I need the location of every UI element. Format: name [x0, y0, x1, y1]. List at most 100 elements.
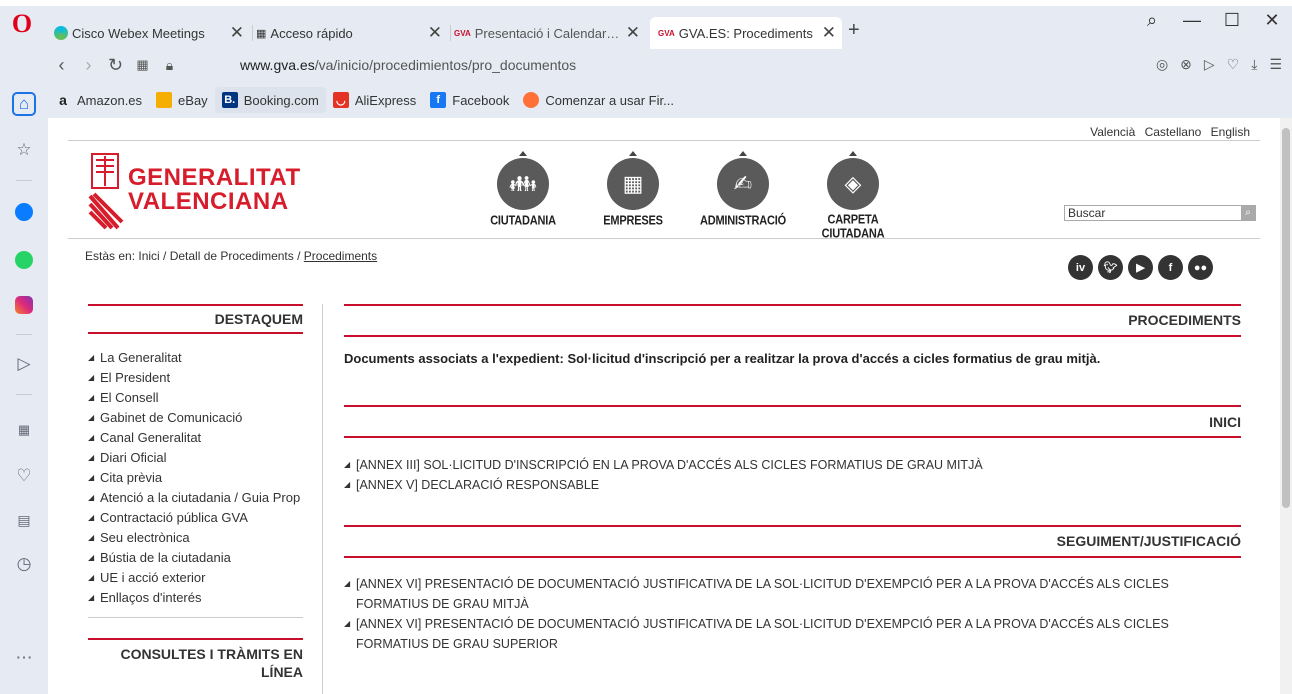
nav-ciutadania[interactable]: 👪︎ CIUTADANIA [468, 148, 578, 236]
flickr-icon[interactable]: ●● [1188, 255, 1213, 280]
lang-castellano[interactable]: Castellano [1145, 125, 1202, 139]
search-icon[interactable]: ⌕ [1132, 10, 1172, 38]
bookmark-booking[interactable]: B. Booking.com [214, 87, 326, 113]
generalitat-logo[interactable]: GENERALITAT VALENCIANA [88, 152, 300, 232]
camera-icon[interactable]: ◎ [1156, 56, 1168, 73]
breadcrumb-current-link[interactable]: Procediments [304, 249, 377, 263]
destaquem-heading: DESTAQUEM [214, 311, 303, 327]
bookmark-facebook[interactable]: f Facebook [423, 87, 516, 113]
search-input[interactable]: Buscar ⌕ [1064, 205, 1256, 221]
destaquem-menu: La GeneralitatEl PresidentEl ConsellGabi… [88, 348, 303, 608]
grid-icon[interactable]: ▦ [10, 416, 38, 444]
lang-valencia[interactable]: Valencià [1090, 125, 1135, 139]
instagram-icon[interactable] [10, 291, 38, 319]
download-icon[interactable]: ⤓ [1251, 56, 1257, 73]
procediments-heading: PROCEDIMENTS [1128, 312, 1241, 328]
destaquem-menu-item[interactable]: El Consell [88, 388, 303, 408]
top-strip [0, 0, 1292, 6]
heart-icon[interactable]: ♡ [10, 462, 38, 490]
opera-sidebar: ⌂ ☆ ▷ ▦ ♡ ▤ ◷ ⋯ [0, 48, 48, 694]
destaquem-menu-item[interactable]: Contractació pública GVA [88, 508, 303, 528]
messenger-icon[interactable] [10, 198, 38, 226]
gva-favicon-icon: GVA [454, 28, 471, 38]
aliexpress-icon: ◡ [332, 92, 349, 108]
main-navigation: 👪︎ CIUTADANIA ▦ EMPRESES ✍︎ ADMINISTRACI… [468, 148, 908, 241]
close-tab-icon[interactable]: ✕ [626, 23, 640, 43]
family-icon: 👪︎ [497, 158, 549, 210]
inici-heading: INICI [1209, 414, 1241, 430]
tab-gva-procediments[interactable]: GVA GVA.ES: Procediments ✕ [650, 17, 842, 49]
web-page: Valencià Castellano English GENERALITAT V… [48, 118, 1280, 694]
tab-presentacio[interactable]: GVA Presentació i Calendari - G ✕ [454, 17, 646, 49]
bookmark-ebay[interactable]: eBay [149, 87, 215, 113]
folder-icon: ◈ [827, 158, 879, 210]
destaquem-menu-item[interactable]: La Generalitat [88, 348, 303, 368]
facebook-icon[interactable]: f [1158, 255, 1183, 280]
page-scrollbar[interactable] [1280, 118, 1292, 694]
expedient-description: Documents associats a l'expedient: Sol·l… [344, 351, 1101, 366]
url-field[interactable]: www.gva.es/va/inicio/procedimientos/pro_… [240, 57, 576, 73]
main-content: PROCEDIMENTS Documents associats a l'exp… [344, 304, 1241, 654]
left-column: DESTAQUEM La GeneralitatEl PresidentEl C… [88, 304, 303, 686]
destaquem-menu-item[interactable]: Diari Oficial [88, 448, 303, 468]
amazon-icon: a [59, 92, 67, 108]
forward-icon[interactable]: › [75, 55, 102, 76]
whatsapp-icon[interactable] [10, 246, 38, 274]
nav-empreses[interactable]: ▦ EMPRESES [578, 148, 688, 236]
speed-dial-icon[interactable]: ▦ [129, 57, 156, 73]
iv-icon[interactable]: iv [1068, 255, 1093, 280]
twitter-icon[interactable]: 🐦︎ [1098, 255, 1123, 280]
star-icon[interactable]: ☆ [10, 136, 38, 164]
easy-setup-icon[interactable]: ☰ [1269, 56, 1282, 73]
back-icon[interactable]: ‹ [48, 55, 75, 76]
destaquem-menu-item[interactable]: Enllaços d'interés [88, 588, 303, 608]
bookmark-aliexpress[interactable]: ◡ AliExpress [326, 87, 423, 113]
document-link[interactable]: [ANNEX V] DECLARACIÓ RESPONSABLE [344, 475, 1241, 495]
youtube-icon[interactable]: ▶ [1128, 255, 1153, 280]
destaquem-menu-item[interactable]: Gabinet de Comunicació [88, 408, 303, 428]
heart-icon[interactable]: ♡ [1227, 56, 1240, 73]
adblock-icon[interactable]: ⊗ [1180, 56, 1192, 73]
firefox-icon [523, 92, 540, 108]
close-tab-icon[interactable]: ✕ [428, 23, 442, 43]
destaquem-menu-item[interactable]: Seu electrònica [88, 528, 303, 548]
close-tab-icon[interactable]: ✕ [822, 23, 836, 43]
opera-menu-button[interactable]: O [8, 10, 36, 38]
new-tab-button[interactable]: + [848, 19, 860, 42]
document-link[interactable]: [ANNEX III] SOL·LICITUD D'INSCRIPCIÓ EN … [344, 455, 1241, 475]
clock-icon[interactable]: ◷ [10, 550, 38, 578]
nav-carpeta-ciutadana[interactable]: ◈ CARPETA CIUTADANA [798, 148, 908, 241]
ebay-icon [156, 92, 173, 108]
handshake-icon: ✍︎ [717, 158, 769, 210]
reload-icon[interactable]: ↻ [102, 55, 129, 76]
destaquem-menu-item[interactable]: Bústia de la ciutadania [88, 548, 303, 568]
document-link[interactable]: [ANNEX VI] PRESENTACIÓ DE DOCUMENTACIÓ J… [344, 574, 1201, 614]
bookmark-amazon[interactable]: a Amazon.es [48, 87, 149, 113]
destaquem-menu-item[interactable]: El President [88, 368, 303, 388]
search-icon[interactable]: ⌕ [1241, 206, 1255, 220]
destaquem-menu-item[interactable]: UE i acció exterior [88, 568, 303, 588]
close-window-button[interactable]: ✕ [1252, 10, 1292, 38]
close-tab-icon[interactable]: ✕ [230, 23, 244, 43]
maximize-button[interactable]: ☐ [1212, 10, 1252, 38]
destaquem-menu-item[interactable]: Cita prèvia [88, 468, 303, 488]
home-icon[interactable]: ⌂ [12, 92, 36, 116]
nav-administracio[interactable]: ✍︎ ADMINISTRACIÓ [688, 148, 798, 236]
consultes-heading: CONSULTES I TRÀMITS EN LÍNEA [120, 646, 303, 680]
more-icon[interactable]: ⋯ [10, 644, 38, 672]
send-icon[interactable]: ▷ [1204, 56, 1215, 73]
lang-english[interactable]: English [1211, 125, 1250, 139]
destaquem-menu-item[interactable]: Atenció a la ciutadania / Guia Prop [88, 488, 303, 508]
document-link[interactable]: [ANNEX VI] PRESENTACIÓ DE DOCUMENTACIÓ J… [344, 614, 1201, 654]
send-icon[interactable]: ▷ [10, 350, 38, 378]
minimize-button[interactable]: — [1172, 10, 1212, 38]
coat-of-arms-icon [88, 153, 124, 230]
building-icon: ▦ [607, 158, 659, 210]
news-icon[interactable]: ▤ [10, 506, 38, 534]
destaquem-menu-item[interactable]: Canal Generalitat [88, 428, 303, 448]
tab-acceso-rapido[interactable]: ▦ Acceso rápido ✕ [256, 17, 448, 49]
webex-icon [54, 26, 68, 40]
bookmark-firefox[interactable]: Comenzar a usar Fir... [516, 87, 681, 113]
tab-webex[interactable]: Cisco Webex Meetings ✕ [54, 17, 250, 49]
social-links: iv 🐦︎ ▶ f ●● [1068, 255, 1213, 280]
